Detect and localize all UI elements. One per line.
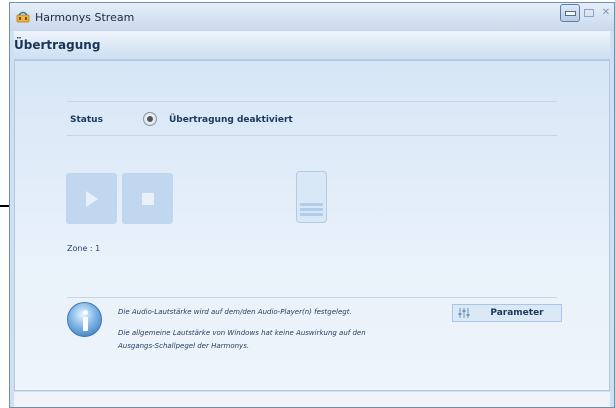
app-icon	[16, 11, 30, 23]
maximize-icon	[584, 9, 594, 17]
radio-dot	[147, 116, 153, 122]
divider-top	[67, 101, 557, 102]
status-radio[interactable]	[143, 112, 157, 126]
page-title: Übertragung	[14, 38, 101, 52]
info-text-line2: Die allgemeine Lautstärke von Windows ha…	[118, 329, 366, 337]
volume-bar	[300, 213, 323, 216]
status-label: Status	[70, 115, 103, 125]
info-text-line3: Ausgangs-Schallpegel der Harmonys.	[118, 342, 250, 350]
app-window: Harmonys Stream ✕ Übertragung Status Übe…	[9, 2, 615, 408]
close-icon: ✕	[601, 7, 611, 18]
stop-button[interactable]	[122, 173, 173, 224]
main-content: Status Übertragung deaktiviert Zone : 1 …	[14, 60, 610, 391]
maximize-button[interactable]	[582, 4, 596, 22]
section-header: Übertragung	[14, 31, 610, 60]
volume-bar	[300, 203, 323, 206]
title-bar[interactable]: Harmonys Stream ✕	[10, 3, 614, 31]
volume-bar	[300, 208, 323, 211]
stop-icon	[141, 192, 154, 205]
close-button[interactable]: ✕	[598, 4, 614, 22]
divider-bottom	[67, 135, 557, 136]
status-value: Übertragung deaktiviert	[169, 115, 293, 125]
zone-label: Zone : 1	[67, 244, 101, 253]
play-icon	[85, 190, 98, 207]
status-bar	[14, 392, 610, 407]
window-title: Harmonys Stream	[35, 11, 135, 24]
minimize-button[interactable]	[560, 4, 580, 22]
volume-meter[interactable]	[296, 171, 327, 223]
parameter-button-label: Parameter	[490, 308, 544, 318]
info-text-line1: Die Audio-Lautstärke wird auf dem/den Au…	[118, 308, 352, 316]
parameter-button[interactable]: Parameter	[452, 304, 562, 322]
minimize-icon	[564, 10, 576, 16]
info-icon	[67, 302, 102, 337]
divider-info	[67, 297, 557, 298]
play-button[interactable]	[66, 173, 117, 224]
